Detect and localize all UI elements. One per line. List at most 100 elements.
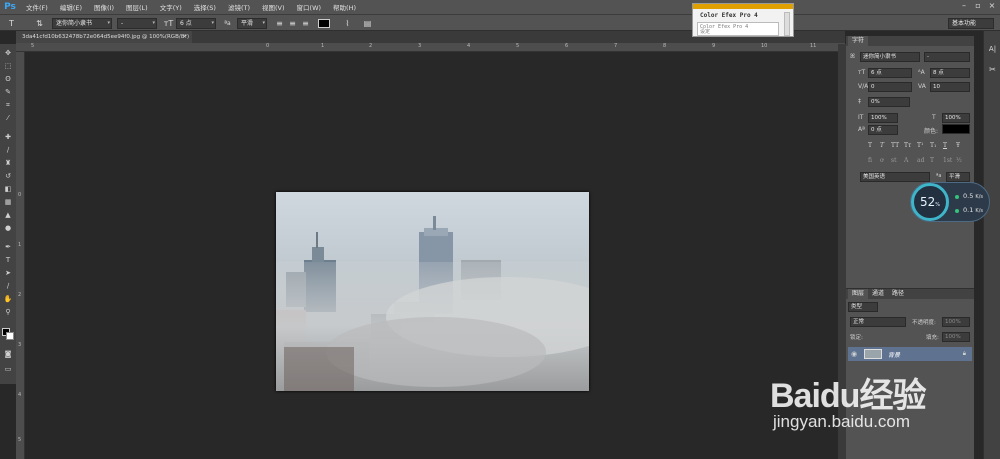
blend-mode-select[interactable]: 正常 [850, 317, 906, 327]
document-tab[interactable]: 3da41cfd10b632478b72e064d5ee94f0.jpg @ 1… [16, 31, 192, 43]
menu-filter[interactable]: 滤镜(T) [222, 2, 256, 12]
quick-mask-icon[interactable]: ◙ [2, 349, 14, 359]
menu-layer[interactable]: 图层(L) [120, 2, 154, 12]
close-icon[interactable]: × [988, 2, 996, 10]
healing-tool-icon[interactable]: ✚ [2, 132, 14, 142]
char-tracking-field[interactable]: 10 [930, 82, 970, 92]
background-color-swatch[interactable] [6, 332, 14, 340]
alt-ligature-button[interactable]: ơ [880, 157, 884, 164]
restore-icon[interactable]: ▫ [974, 2, 982, 10]
eyedropper-tool-icon[interactable]: ⁄ [2, 113, 14, 123]
antialias-select[interactable]: 平滑 ▾ [237, 18, 267, 29]
fill-field[interactable]: 100% [942, 332, 970, 342]
font-size-select[interactable]: 6 点 ▾ [176, 18, 216, 29]
dodge-tool-icon[interactable]: ● [2, 223, 14, 233]
align-left-icon[interactable]: ≡ [274, 18, 285, 29]
efex-scrollbar[interactable] [784, 12, 790, 36]
network-speed-widget[interactable]: 52% 0.5 K/s 0.1 K/s [910, 182, 990, 222]
marquee-tool-icon[interactable]: ⬚ [2, 61, 14, 71]
char-vscale-field[interactable]: 100% [868, 113, 898, 123]
tab-layers[interactable]: 图层 [848, 289, 869, 299]
warp-text-icon[interactable]: ⌇ [342, 18, 353, 29]
char-font-family-select[interactable]: 迷你简小隶书 [860, 52, 920, 62]
discretionary-ligature-button[interactable]: st [891, 157, 897, 164]
type-tool-icon[interactable]: T [2, 255, 14, 265]
tab-character[interactable]: 字符 [848, 36, 869, 46]
char-hscale-field[interactable]: 100% [942, 113, 970, 123]
char-leading-field[interactable]: 8 点 [930, 68, 970, 78]
history-brush-tool-icon[interactable]: ↺ [2, 171, 14, 181]
efex-content[interactable]: Color Efex Pro 4 设定 [697, 22, 779, 36]
layer-row[interactable]: ◉ 背景 🔒︎ [848, 347, 972, 361]
faux-italic-button[interactable]: T [880, 142, 884, 149]
quick-select-tool-icon[interactable]: ✎ [2, 87, 14, 97]
menu-image[interactable]: 图像(I) [88, 2, 120, 12]
stamp-tool-icon[interactable]: ♜ [2, 158, 14, 168]
char-baseline-field[interactable]: 0 点 [868, 125, 898, 135]
document-image[interactable] [276, 192, 589, 391]
ordinals-button[interactable]: 1st [943, 157, 952, 164]
small-caps-button[interactable]: Tт [904, 142, 911, 149]
efex-title-bar[interactable] [693, 4, 793, 9]
workspace-select[interactable]: 基本功能 [948, 18, 994, 29]
layer-name[interactable]: 背景 [888, 350, 900, 359]
char-kerning-field[interactable]: 0 [868, 82, 912, 92]
font-style-select[interactable]: - ▾ [117, 18, 157, 29]
char-size-field[interactable]: 6 点 [868, 68, 912, 78]
shape-tool-icon[interactable]: ∕ [2, 281, 14, 291]
align-center-icon[interactable]: ≡ [287, 18, 298, 29]
strikethrough-button[interactable]: Ŧ [956, 142, 960, 149]
char-antialias-select[interactable]: 平滑 [946, 172, 970, 182]
orientation-toggle-icon[interactable]: ⇅ [34, 18, 45, 29]
tab-channels[interactable]: 通道 [868, 289, 888, 299]
tab-paths[interactable]: 路径 [888, 289, 908, 299]
opacity-field[interactable]: 100% [942, 317, 970, 327]
efex-settings-label[interactable]: 设定 [700, 30, 776, 35]
text-color-swatch[interactable] [318, 19, 330, 28]
panels-toggle-icon[interactable]: ▤ [362, 18, 373, 29]
close-tab-icon[interactable]: × [182, 31, 187, 43]
gradient-tool-icon[interactable]: ▦ [2, 197, 14, 207]
color-efex-panel[interactable]: Color Efex Pro 4 Color Efex Pro 4 设定 [692, 3, 794, 37]
brush-tool-icon[interactable]: ∕ [2, 145, 14, 155]
menu-file[interactable]: 文件(F) [20, 2, 54, 12]
char-color-swatch[interactable] [942, 124, 970, 134]
font-family-select[interactable]: 迷你简小隶书 ▾ [52, 18, 112, 29]
stylistic-alt-button[interactable]: ad [917, 157, 924, 164]
type-tool-icon[interactable]: T [6, 18, 17, 29]
menu-window[interactable]: 窗口(W) [291, 2, 328, 12]
minimize-icon[interactable]: – [960, 2, 968, 10]
swash-button[interactable]: A [904, 157, 908, 164]
blur-tool-icon[interactable]: ▲ [2, 210, 14, 220]
underline-button[interactable]: T [943, 142, 947, 149]
lasso-tool-icon[interactable]: ʘ [2, 74, 14, 84]
language-select[interactable]: 美国英语 [860, 172, 930, 182]
layer-filter-select[interactable]: 类型 [848, 302, 878, 312]
screen-mode-icon[interactable]: ▭ [2, 364, 14, 374]
superscript-button[interactable]: T¹ [917, 142, 923, 149]
menu-select[interactable]: 选择(S) [188, 2, 222, 12]
eraser-tool-icon[interactable]: ◧ [2, 184, 14, 194]
char-scale-field[interactable]: 0% [868, 97, 910, 107]
path-select-tool-icon[interactable]: ➤ [2, 268, 14, 278]
character-panel-icon[interactable]: A| [987, 45, 998, 56]
all-caps-button[interactable]: TT [891, 142, 899, 149]
crop-tool-icon[interactable]: ⌗ [2, 100, 14, 110]
visibility-eye-icon[interactable]: ◉ [851, 350, 857, 358]
align-right-icon[interactable]: ≡ [300, 18, 311, 29]
menu-view[interactable]: 视图(V) [256, 2, 291, 12]
char-font-style-select[interactable]: - [924, 52, 970, 62]
hand-tool-icon[interactable]: ✋ [2, 294, 14, 304]
ligature-button[interactable]: fi [868, 157, 872, 164]
menu-type[interactable]: 文字(Y) [154, 2, 188, 12]
faux-bold-button[interactable]: T [868, 142, 872, 149]
fractions-button[interactable]: ½ [956, 157, 962, 164]
zoom-tool-icon[interactable]: ⚲ [2, 307, 14, 317]
tools-preset-icon[interactable]: ✂ [987, 65, 998, 76]
pen-tool-icon[interactable]: ✒ [2, 242, 14, 252]
menu-help[interactable]: 帮助(H) [327, 2, 362, 12]
move-tool-icon[interactable]: ✥ [2, 48, 14, 58]
menu-edit[interactable]: 编辑(E) [54, 2, 88, 12]
subscript-button[interactable]: T₁ [930, 142, 936, 149]
titling-button[interactable]: T [930, 157, 934, 164]
